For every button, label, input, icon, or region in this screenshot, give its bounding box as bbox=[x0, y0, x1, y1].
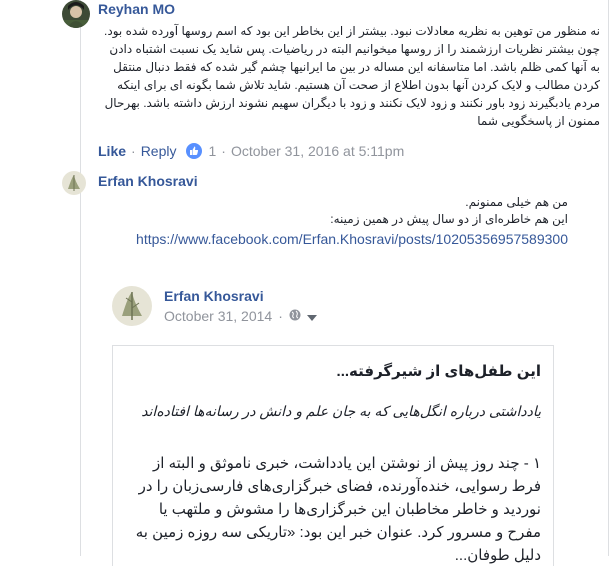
like-button[interactable]: Like bbox=[98, 143, 126, 159]
note-subtitle: یادداشتی درباره انگل‌هایی که به جان علم … bbox=[141, 403, 541, 419]
thumbs-up-icon[interactable] bbox=[186, 143, 203, 159]
comment-text: نه منظور من توهین به نظریه معادلات نبود.… bbox=[104, 24, 600, 128]
avatar[interactable] bbox=[62, 171, 86, 195]
comment-timestamp[interactable]: October 31, 2016 at 5:11pm bbox=[231, 143, 404, 159]
post-date[interactable]: October 31, 2014 bbox=[164, 308, 272, 324]
separator: · bbox=[131, 143, 136, 159]
comment-text: من هم خیلی ممنونم. bbox=[465, 195, 568, 209]
caret-down-icon[interactable] bbox=[306, 308, 317, 324]
note-title[interactable]: این طفل‌های از شیرگرفته... bbox=[123, 362, 541, 382]
note-body: ۱ - چند روز پیش از نوشتن این یادداشت، خب… bbox=[135, 455, 541, 564]
panel-border bbox=[608, 0, 609, 556]
separator: · bbox=[221, 143, 226, 159]
note-preview[interactable]: این طفل‌های از شیرگرفته... یادداشتی دربا… bbox=[112, 345, 554, 566]
shared-link[interactable]: https://www.facebook.com/Erfan.Khosravi/… bbox=[104, 231, 568, 247]
comment-text: این هم خاطره‌ای از دو سال پیش در همین زم… bbox=[330, 212, 568, 226]
avatar[interactable] bbox=[62, 0, 90, 28]
post-author[interactable]: Erfan Khosravi bbox=[164, 288, 264, 304]
avatar[interactable] bbox=[112, 286, 152, 326]
comment-actions: Like · Reply 1 · October 31, 2016 at 5:1… bbox=[98, 143, 404, 159]
post-meta: October 31, 2014 · bbox=[164, 308, 317, 324]
separator: · bbox=[278, 308, 283, 324]
thread-line bbox=[80, 0, 81, 556]
globe-icon[interactable] bbox=[289, 308, 301, 324]
reaction-count[interactable]: 1 bbox=[208, 143, 216, 159]
comment-author[interactable]: Reyhan MO bbox=[98, 1, 175, 17]
reply-button[interactable]: Reply bbox=[141, 143, 177, 159]
comment-author[interactable]: Erfan Khosravi bbox=[98, 173, 198, 189]
